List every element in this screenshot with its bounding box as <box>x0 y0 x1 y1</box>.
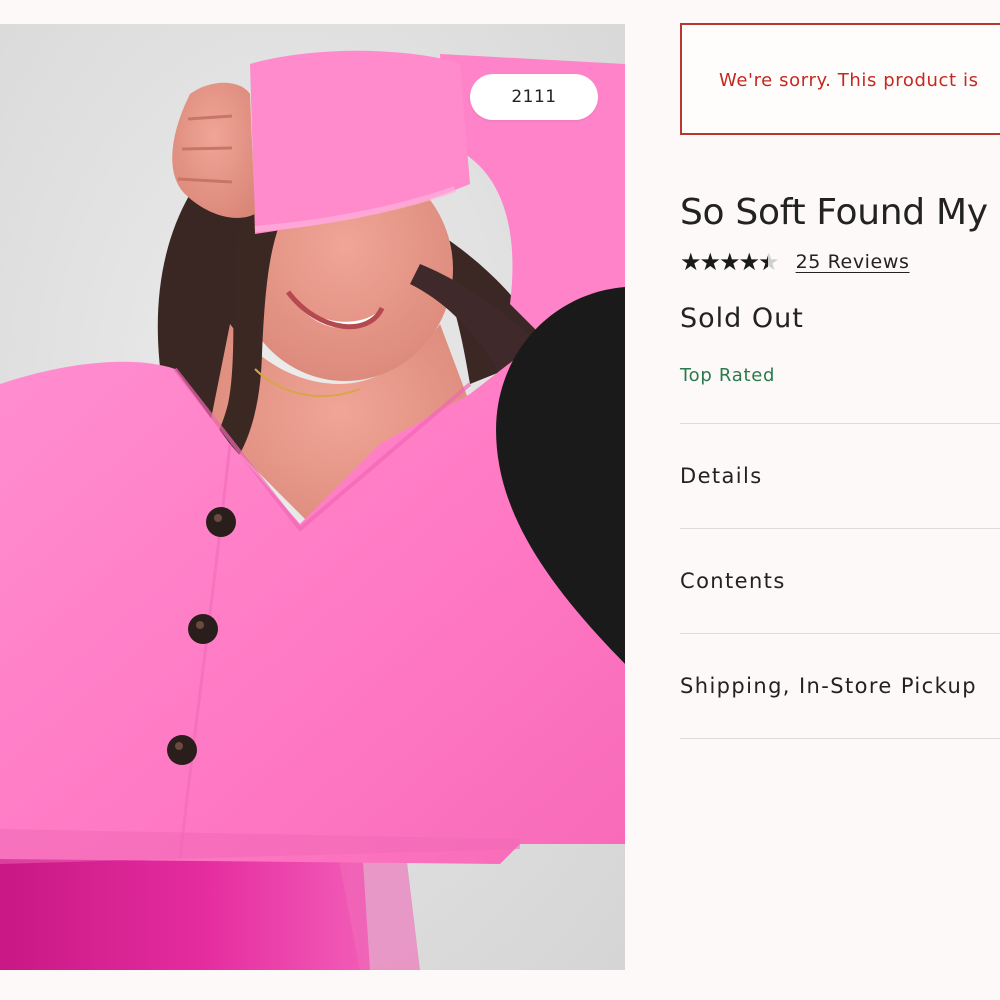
star-rating-fill: ★★★★★ <box>680 248 768 276</box>
accordion-shipping[interactable]: Shipping, In-Store Pickup <box>680 634 1000 738</box>
accordion-details[interactable]: Details <box>680 424 1000 528</box>
reviews-link[interactable]: 25 Reviews <box>796 251 910 273</box>
star-rating: ★★★★★ ★★★★★ <box>680 248 780 276</box>
accordion-details-label: Details <box>680 464 763 488</box>
product-page: 2111 We're sorry. This product is So Sof… <box>0 0 1000 1000</box>
product-title: So Soft Found My F <box>680 192 1000 233</box>
accordion-shipping-label: Shipping, In-Store Pickup <box>680 674 977 698</box>
like-button[interactable]: 2111 <box>470 74 625 664</box>
accordion-contents[interactable]: Contents <box>680 529 1000 633</box>
heart-icon <box>496 287 625 664</box>
top-rated-badge: Top Rated <box>680 365 776 386</box>
availability-status: Sold Out <box>680 303 804 334</box>
rating-row: ★★★★★ ★★★★★ 25 Reviews <box>680 248 909 276</box>
divider <box>680 738 1000 739</box>
unavailable-notice: We're sorry. This product is <box>680 23 1000 135</box>
unavailable-notice-text: We're sorry. This product is <box>719 70 979 91</box>
product-image[interactable]: 2111 <box>0 24 625 970</box>
accordion-contents-label: Contents <box>680 569 786 593</box>
